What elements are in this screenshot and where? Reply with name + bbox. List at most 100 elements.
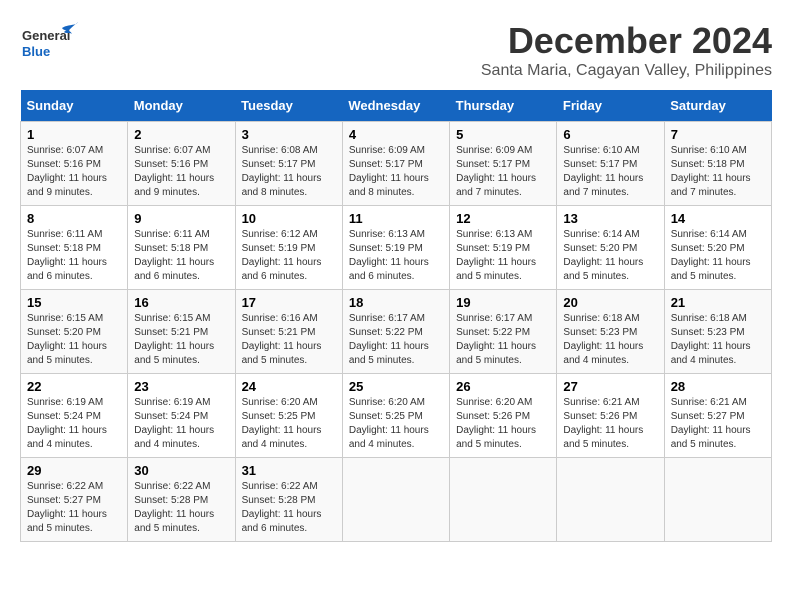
day-number: 13 bbox=[563, 211, 657, 226]
day-info: Sunrise: 6:08 AMSunset: 5:17 PMDaylight:… bbox=[242, 144, 336, 200]
calendar-body: 1Sunrise: 6:07 AMSunset: 5:16 PMDaylight… bbox=[21, 122, 772, 542]
page-subtitle: Santa Maria, Cagayan Valley, Philippines bbox=[481, 62, 772, 80]
day-info: Sunrise: 6:19 AMSunset: 5:24 PMDaylight:… bbox=[134, 396, 228, 452]
calendar-cell: 6 Sunrise: 6:10 AMSunset: 5:17 PMDaylight… bbox=[557, 122, 664, 206]
day-info: Sunrise: 6:11 AMSunset: 5:18 PMDaylight:… bbox=[134, 228, 228, 284]
calendar-cell: 3 Sunrise: 6:08 AMSunset: 5:17 PMDaylight… bbox=[235, 122, 342, 206]
header-cell-sunday: Sunday bbox=[21, 90, 128, 122]
day-number: 19 bbox=[456, 295, 550, 310]
calendar-table: SundayMondayTuesdayWednesdayThursdayFrid… bbox=[20, 90, 772, 542]
page-title: December 2024 bbox=[481, 20, 772, 62]
day-info: Sunrise: 6:15 AMSunset: 5:20 PMDaylight:… bbox=[27, 312, 121, 368]
calendar-cell: 7 Sunrise: 6:10 AMSunset: 5:18 PMDaylight… bbox=[664, 122, 771, 206]
calendar-cell: 10Sunrise: 6:12 AMSunset: 5:19 PMDayligh… bbox=[235, 206, 342, 290]
day-number: 5 bbox=[456, 127, 550, 142]
calendar-cell bbox=[557, 458, 664, 542]
day-info: Sunrise: 6:07 AMSunset: 5:16 PMDaylight:… bbox=[27, 144, 121, 200]
calendar-cell: 12 Sunrise: 6:13 AMSunset: 5:19 PMDayligh… bbox=[450, 206, 557, 290]
day-number: 10 bbox=[242, 211, 336, 226]
calendar-cell bbox=[450, 458, 557, 542]
calendar-cell: 18 Sunrise: 6:17 AMSunset: 5:22 PMDayligh… bbox=[342, 290, 449, 374]
header-cell-wednesday: Wednesday bbox=[342, 90, 449, 122]
day-number: 6 bbox=[563, 127, 657, 142]
day-info: Sunrise: 6:10 AMSunset: 5:18 PMDaylight:… bbox=[671, 144, 765, 200]
day-number: 9 bbox=[134, 211, 228, 226]
day-info: Sunrise: 6:17 AMSunset: 5:22 PMDaylight:… bbox=[456, 312, 550, 368]
day-info: Sunrise: 6:18 AMSunset: 5:23 PMDaylight:… bbox=[563, 312, 657, 368]
week-row-2: 8 Sunrise: 6:11 AMSunset: 5:18 PMDaylight… bbox=[21, 206, 772, 290]
calendar-cell: 14Sunrise: 6:14 AMSunset: 5:20 PMDayligh… bbox=[664, 206, 771, 290]
day-info: Sunrise: 6:20 AMSunset: 5:25 PMDaylight:… bbox=[242, 396, 336, 452]
day-number: 29 bbox=[27, 463, 121, 478]
calendar-cell: 15 Sunrise: 6:15 AMSunset: 5:20 PMDayligh… bbox=[21, 290, 128, 374]
day-info: Sunrise: 6:20 AMSunset: 5:26 PMDaylight:… bbox=[456, 396, 550, 452]
day-number: 4 bbox=[349, 127, 443, 142]
day-number: 22 bbox=[27, 379, 121, 394]
svg-text:General: General bbox=[22, 28, 70, 43]
week-row-5: 29 Sunrise: 6:22 AMSunset: 5:27 PMDayligh… bbox=[21, 458, 772, 542]
day-number: 12 bbox=[456, 211, 550, 226]
calendar-cell: 27 Sunrise: 6:21 AMSunset: 5:26 PMDayligh… bbox=[557, 374, 664, 458]
header-cell-tuesday: Tuesday bbox=[235, 90, 342, 122]
day-info: Sunrise: 6:14 AMSunset: 5:20 PMDaylight:… bbox=[563, 228, 657, 284]
day-number: 30 bbox=[134, 463, 228, 478]
logo-icon: General Blue bbox=[20, 20, 80, 65]
day-info: Sunrise: 6:09 AMSunset: 5:17 PMDaylight:… bbox=[456, 144, 550, 200]
day-number: 15 bbox=[27, 295, 121, 310]
day-info: Sunrise: 6:22 AMSunset: 5:27 PMDaylight:… bbox=[27, 480, 121, 536]
logo: General Blue bbox=[20, 20, 80, 70]
calendar-cell: 19 Sunrise: 6:17 AMSunset: 5:22 PMDayligh… bbox=[450, 290, 557, 374]
day-info: Sunrise: 6:20 AMSunset: 5:25 PMDaylight:… bbox=[349, 396, 443, 452]
day-number: 21 bbox=[671, 295, 765, 310]
day-number: 3 bbox=[242, 127, 336, 142]
calendar-cell: 2 Sunrise: 6:07 AMSunset: 5:16 PMDaylight… bbox=[128, 122, 235, 206]
day-number: 24 bbox=[242, 379, 336, 394]
calendar-cell: 26Sunrise: 6:20 AMSunset: 5:26 PMDayligh… bbox=[450, 374, 557, 458]
calendar-cell: 4 Sunrise: 6:09 AMSunset: 5:17 PMDaylight… bbox=[342, 122, 449, 206]
week-row-4: 22 Sunrise: 6:19 AMSunset: 5:24 PMDayligh… bbox=[21, 374, 772, 458]
calendar-header: SundayMondayTuesdayWednesdayThursdayFrid… bbox=[21, 90, 772, 122]
day-info: Sunrise: 6:14 AMSunset: 5:20 PMDaylight:… bbox=[671, 228, 765, 284]
day-info: Sunrise: 6:21 AMSunset: 5:26 PMDaylight:… bbox=[563, 396, 657, 452]
title-section: December 2024 Santa Maria, Cagayan Valle… bbox=[481, 20, 772, 80]
calendar-cell: 9 Sunrise: 6:11 AMSunset: 5:18 PMDaylight… bbox=[128, 206, 235, 290]
day-info: Sunrise: 6:16 AMSunset: 5:21 PMDaylight:… bbox=[242, 312, 336, 368]
day-info: Sunrise: 6:15 AMSunset: 5:21 PMDaylight:… bbox=[134, 312, 228, 368]
day-number: 31 bbox=[242, 463, 336, 478]
day-number: 25 bbox=[349, 379, 443, 394]
header-row: SundayMondayTuesdayWednesdayThursdayFrid… bbox=[21, 90, 772, 122]
svg-text:Blue: Blue bbox=[22, 44, 50, 59]
calendar-cell: 16Sunrise: 6:15 AMSunset: 5:21 PMDayligh… bbox=[128, 290, 235, 374]
day-info: Sunrise: 6:11 AMSunset: 5:18 PMDaylight:… bbox=[27, 228, 121, 284]
calendar-cell: 5 Sunrise: 6:09 AMSunset: 5:17 PMDaylight… bbox=[450, 122, 557, 206]
day-number: 28 bbox=[671, 379, 765, 394]
day-info: Sunrise: 6:22 AMSunset: 5:28 PMDaylight:… bbox=[242, 480, 336, 536]
day-info: Sunrise: 6:18 AMSunset: 5:23 PMDaylight:… bbox=[671, 312, 765, 368]
header-cell-friday: Friday bbox=[557, 90, 664, 122]
calendar-cell: 24 Sunrise: 6:20 AMSunset: 5:25 PMDayligh… bbox=[235, 374, 342, 458]
day-number: 11 bbox=[349, 211, 443, 226]
week-row-1: 1Sunrise: 6:07 AMSunset: 5:16 PMDaylight… bbox=[21, 122, 772, 206]
week-row-3: 15 Sunrise: 6:15 AMSunset: 5:20 PMDayligh… bbox=[21, 290, 772, 374]
day-number: 27 bbox=[563, 379, 657, 394]
day-number: 20 bbox=[563, 295, 657, 310]
calendar-cell: 29 Sunrise: 6:22 AMSunset: 5:27 PMDayligh… bbox=[21, 458, 128, 542]
day-info: Sunrise: 6:09 AMSunset: 5:17 PMDaylight:… bbox=[349, 144, 443, 200]
calendar-cell: 11Sunrise: 6:13 AMSunset: 5:19 PMDayligh… bbox=[342, 206, 449, 290]
day-info: Sunrise: 6:10 AMSunset: 5:17 PMDaylight:… bbox=[563, 144, 657, 200]
day-info: Sunrise: 6:07 AMSunset: 5:16 PMDaylight:… bbox=[134, 144, 228, 200]
header-cell-saturday: Saturday bbox=[664, 90, 771, 122]
day-info: Sunrise: 6:19 AMSunset: 5:24 PMDaylight:… bbox=[27, 396, 121, 452]
day-number: 8 bbox=[27, 211, 121, 226]
day-number: 7 bbox=[671, 127, 765, 142]
day-info: Sunrise: 6:17 AMSunset: 5:22 PMDaylight:… bbox=[349, 312, 443, 368]
day-info: Sunrise: 6:22 AMSunset: 5:28 PMDaylight:… bbox=[134, 480, 228, 536]
calendar-cell: 30 Sunrise: 6:22 AMSunset: 5:28 PMDayligh… bbox=[128, 458, 235, 542]
day-number: 2 bbox=[134, 127, 228, 142]
calendar-cell: 1Sunrise: 6:07 AMSunset: 5:16 PMDaylight… bbox=[21, 122, 128, 206]
day-info: Sunrise: 6:13 AMSunset: 5:19 PMDaylight:… bbox=[456, 228, 550, 284]
calendar-cell: 20 Sunrise: 6:18 AMSunset: 5:23 PMDayligh… bbox=[557, 290, 664, 374]
calendar-cell bbox=[342, 458, 449, 542]
day-number: 18 bbox=[349, 295, 443, 310]
page-header: General Blue December 2024 Santa Maria, … bbox=[20, 20, 772, 80]
